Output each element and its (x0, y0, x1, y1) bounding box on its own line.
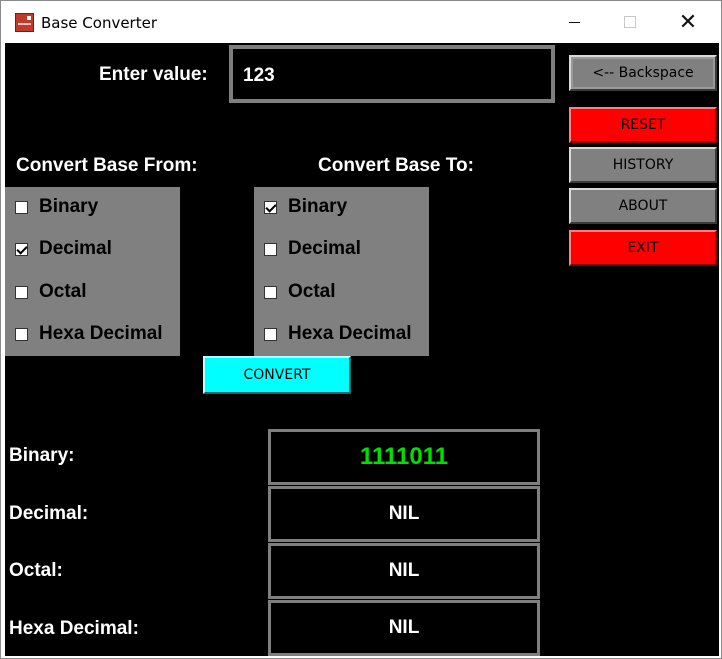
maximize-icon (624, 16, 636, 28)
checkbox-icon[interactable] (15, 200, 28, 214)
from-option-hexa-decimal[interactable]: Hexa Decimal (5, 314, 163, 354)
about-button[interactable]: ABOUT (569, 188, 717, 224)
close-button[interactable]: ✕ (665, 1, 711, 43)
decimal-result-value: NIL (268, 486, 540, 542)
checkbox-icon[interactable] (15, 327, 28, 341)
main-area: Enter value: 123 <-- Backspace RESET HIS… (5, 43, 719, 656)
from-option-octal[interactable]: Octal (5, 272, 87, 312)
convert-button[interactable]: CONVERT (203, 356, 351, 394)
window-title: Base Converter (41, 14, 158, 32)
to-base-panel: Binary Decimal Octal Hexa Decimal (254, 187, 429, 356)
to-option-octal[interactable]: Octal (254, 272, 336, 312)
checkbox-icon[interactable] (15, 285, 28, 299)
option-label: Decimal (39, 238, 112, 259)
close-icon: ✕ (678, 9, 698, 34)
to-option-binary[interactable]: Binary (254, 187, 347, 227)
from-option-binary[interactable]: Binary (5, 187, 98, 227)
option-label: Hexa Decimal (288, 323, 412, 344)
octal-result-label: Octal: (9, 560, 63, 581)
option-label: Hexa Decimal (39, 323, 163, 344)
hexa-decimal-result-value: NIL (268, 600, 540, 656)
to-option-decimal[interactable]: Decimal (254, 229, 361, 269)
backspace-button[interactable]: <-- Backspace (569, 55, 717, 91)
option-label: Binary (39, 196, 99, 217)
checkbox-icon[interactable] (264, 285, 277, 299)
checkbox-checked-icon[interactable] (15, 242, 28, 256)
convert-from-heading: Convert Base From: (16, 155, 198, 176)
binary-result-value: 1111011 (268, 429, 540, 485)
option-label: Octal (39, 281, 87, 302)
app-window: Base Converter ✕ Enter value: 123 <-- Ba… (0, 0, 722, 659)
history-button[interactable]: HISTORY (569, 147, 717, 183)
maximize-button[interactable] (607, 1, 653, 43)
checkbox-icon[interactable] (264, 327, 277, 341)
minimize-button[interactable] (551, 1, 597, 43)
to-option-hexa-decimal[interactable]: Hexa Decimal (254, 314, 412, 354)
checkbox-checked-icon[interactable] (264, 200, 277, 214)
convert-to-heading: Convert Base To: (318, 155, 474, 176)
reset-button[interactable]: RESET (569, 107, 717, 143)
from-option-decimal[interactable]: Decimal (5, 229, 112, 269)
option-label: Octal (288, 281, 336, 302)
value-input[interactable]: 123 (229, 45, 555, 103)
hexa-decimal-result-label: Hexa Decimal: (9, 618, 139, 639)
option-label: Decimal (288, 238, 361, 259)
enter-value-label: Enter value: (99, 64, 208, 85)
minimize-icon (568, 21, 580, 23)
exit-button[interactable]: EXIT (569, 230, 717, 266)
decimal-result-label: Decimal: (9, 503, 89, 524)
checkbox-icon[interactable] (264, 242, 277, 256)
from-base-panel: Binary Decimal Octal Hexa Decimal (5, 187, 180, 356)
octal-result-value: NIL (268, 543, 540, 599)
option-label: Binary (288, 196, 348, 217)
app-logo-icon (15, 13, 34, 32)
title-bar: Base Converter ✕ (1, 1, 721, 43)
binary-result-label: Binary: (9, 445, 75, 466)
